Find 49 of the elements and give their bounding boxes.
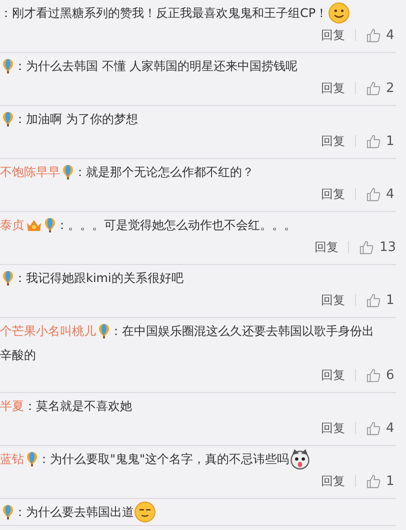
like-count: 4: [386, 186, 396, 202]
like-count: 4: [386, 420, 396, 436]
like-count: 6: [386, 368, 396, 382]
thumbs-up-icon[interactable]: [366, 420, 381, 436]
balloon-icon: [26, 451, 38, 467]
thumbs-up-icon[interactable]: [366, 134, 381, 148]
like-count: 1: [386, 134, 396, 148]
like-count: 13: [379, 240, 396, 254]
comment-text: ：我记得她跟kimi的关系很好吧: [14, 270, 184, 286]
reply-link[interactable]: 回复: [314, 238, 338, 256]
balloon-icon: [44, 217, 56, 233]
balloon-icon: [2, 58, 14, 74]
reply-link[interactable]: 回复: [321, 292, 345, 308]
smiley-icon: [328, 2, 350, 24]
comment-text: ：。。。可是觉得她怎么动作也不会红。。。: [56, 216, 296, 234]
comment-text: ：为什么要去韩国出道: [14, 504, 134, 520]
reply-link[interactable]: 回复: [321, 366, 345, 384]
thumbs-up-icon[interactable]: [366, 80, 381, 96]
reply-link[interactable]: 回复: [321, 472, 345, 490]
comment-text: ：刚才看过黑糖系列的赞我！反正我最喜欢鬼鬼和王子组CP！: [0, 4, 328, 22]
balloon-icon: [98, 323, 110, 339]
balloon-icon: [2, 504, 14, 520]
like-count: 1: [386, 292, 396, 308]
comment-text: ：在中国娱乐圈混这么久还要去韩国以歌手身份出: [110, 322, 374, 340]
comment-text: ：莫名就是不喜欢她: [24, 398, 132, 414]
thumbs-up-icon[interactable]: [359, 240, 374, 254]
reply-link[interactable]: 回复: [321, 132, 345, 150]
reply-link[interactable]: 回复: [321, 26, 345, 44]
dog-face-icon: [289, 448, 312, 470]
reply-link[interactable]: 回复: [321, 80, 345, 96]
thumbs-up-icon[interactable]: [366, 186, 381, 202]
like-count: 2: [386, 80, 396, 96]
comment-text: ：就是那个无论怎么作都不红的？: [74, 164, 254, 180]
comment-text: ：为什么要取"鬼鬼"这个名字，真的不忌讳些吗: [38, 450, 290, 468]
like-count: 1: [386, 474, 396, 488]
thumbs-up-icon[interactable]: [366, 368, 381, 382]
reply-link[interactable]: 回复: [321, 420, 345, 436]
like-count: 4: [386, 28, 396, 42]
thumbs-up-icon[interactable]: [366, 292, 381, 308]
comment-text: 辛酸的: [0, 346, 36, 364]
thumbs-up-icon[interactable]: [366, 474, 381, 488]
thumbs-up-icon[interactable]: [366, 28, 381, 42]
balloon-icon: [2, 111, 14, 127]
reply-link[interactable]: 回复: [321, 186, 345, 202]
comment-text: ：加油啊 为了你的梦想: [14, 110, 138, 128]
smiley-icon: [134, 501, 156, 523]
comment-text: ：为什么去韩国 不懂 人家韩国的明星还来中国捞钱呢: [14, 58, 298, 74]
balloon-icon: [62, 164, 74, 180]
balloon-icon: [2, 270, 14, 286]
